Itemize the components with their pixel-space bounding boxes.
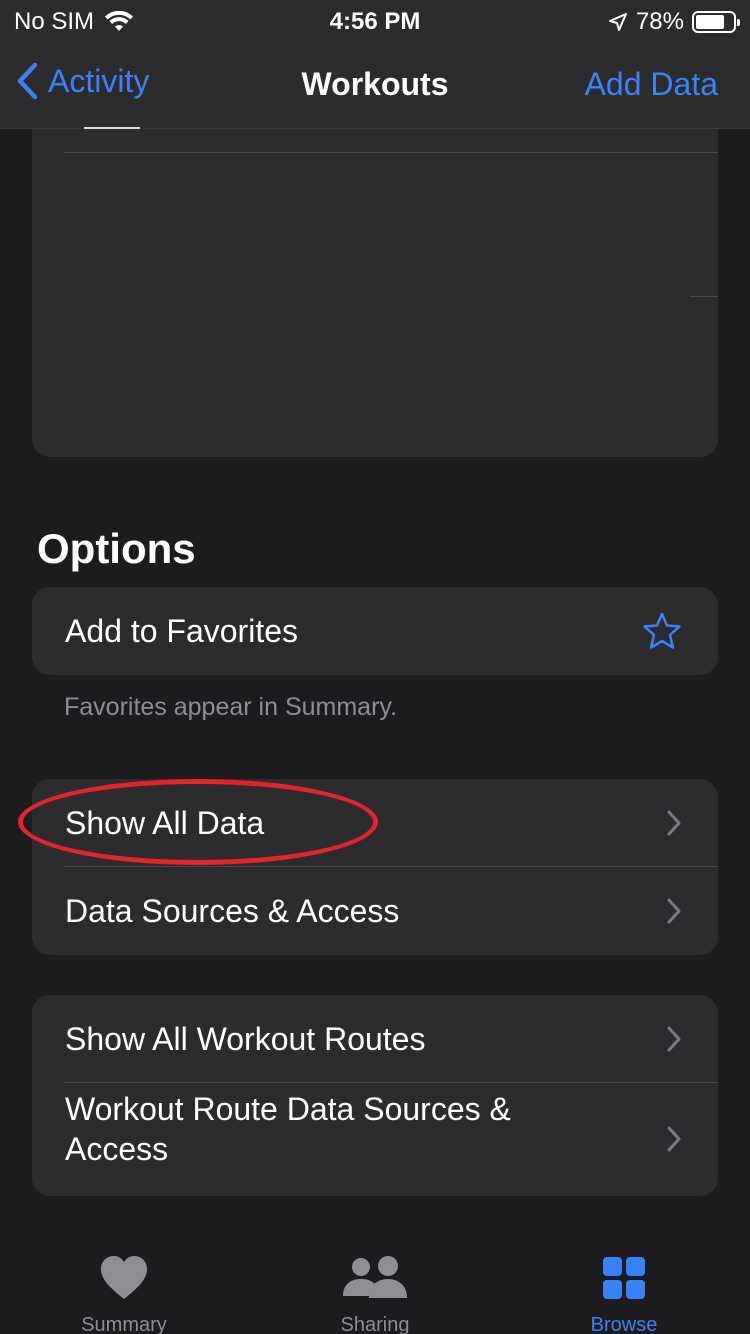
favorites-group: Add to Favorites	[32, 587, 718, 675]
add-to-favorites-label: Add to Favorites	[65, 613, 298, 649]
red-highlight-annotation	[18, 779, 378, 865]
back-button[interactable]: Activity	[16, 62, 149, 100]
status-bar: No SIM 4:56 PM 78%	[0, 0, 750, 40]
workout-route-data-sources-row[interactable]: Workout Route Data Sources & Access	[32, 1083, 718, 1196]
status-right: 78%	[608, 8, 740, 36]
tab-label: Browse	[590, 1314, 658, 1334]
battery-icon	[692, 11, 740, 33]
tab-sharing[interactable]: Sharing	[285, 1250, 465, 1334]
show-all-workout-routes-row[interactable]: Show All Workout Routes	[32, 995, 718, 1083]
star-icon[interactable]	[642, 611, 682, 651]
show-all-workout-routes-label: Show All Workout Routes	[65, 1021, 426, 1057]
tab-label: Sharing	[340, 1314, 410, 1334]
people-icon	[343, 1256, 407, 1298]
chevron-right-icon	[667, 810, 681, 836]
add-to-favorites-row[interactable]: Add to Favorites	[32, 587, 718, 675]
location-arrow-icon	[608, 13, 627, 31]
chart-gridline	[64, 152, 718, 153]
favorites-footnote: Favorites appear in Summary.	[64, 693, 397, 721]
chevron-right-icon	[667, 1126, 681, 1152]
navigation-bar: Activity Workouts Add Data	[0, 40, 750, 129]
tab-summary[interactable]: Summary	[34, 1250, 214, 1334]
back-button-label: Activity	[48, 62, 150, 99]
chevron-right-icon	[667, 898, 681, 924]
chart-gridline	[690, 296, 718, 297]
options-section-title: Options	[37, 525, 196, 572]
workout-route-data-sources-label: Workout Route Data Sources & Access	[65, 1091, 511, 1167]
workout-routes-group: Show All Workout Routes Workout Route Da…	[32, 995, 718, 1196]
chevron-right-icon	[667, 1026, 681, 1052]
battery-fill	[696, 15, 725, 29]
grid-icon	[603, 1257, 645, 1299]
tab-label: Summary	[81, 1314, 167, 1334]
battery-percent: 78%	[635, 8, 684, 35]
heart-icon	[101, 1256, 147, 1299]
chevron-left-icon	[17, 62, 38, 100]
data-sources-access-row[interactable]: Data Sources & Access	[32, 867, 718, 955]
data-sources-access-label: Data Sources & Access	[65, 893, 400, 929]
tab-browse[interactable]: Browse	[534, 1250, 714, 1334]
tab-bar: Summary Sharing Browse	[0, 1236, 750, 1334]
add-data-button[interactable]: Add Data	[585, 66, 718, 103]
chart-card	[32, 127, 718, 457]
chart-tick-mark	[84, 127, 140, 129]
